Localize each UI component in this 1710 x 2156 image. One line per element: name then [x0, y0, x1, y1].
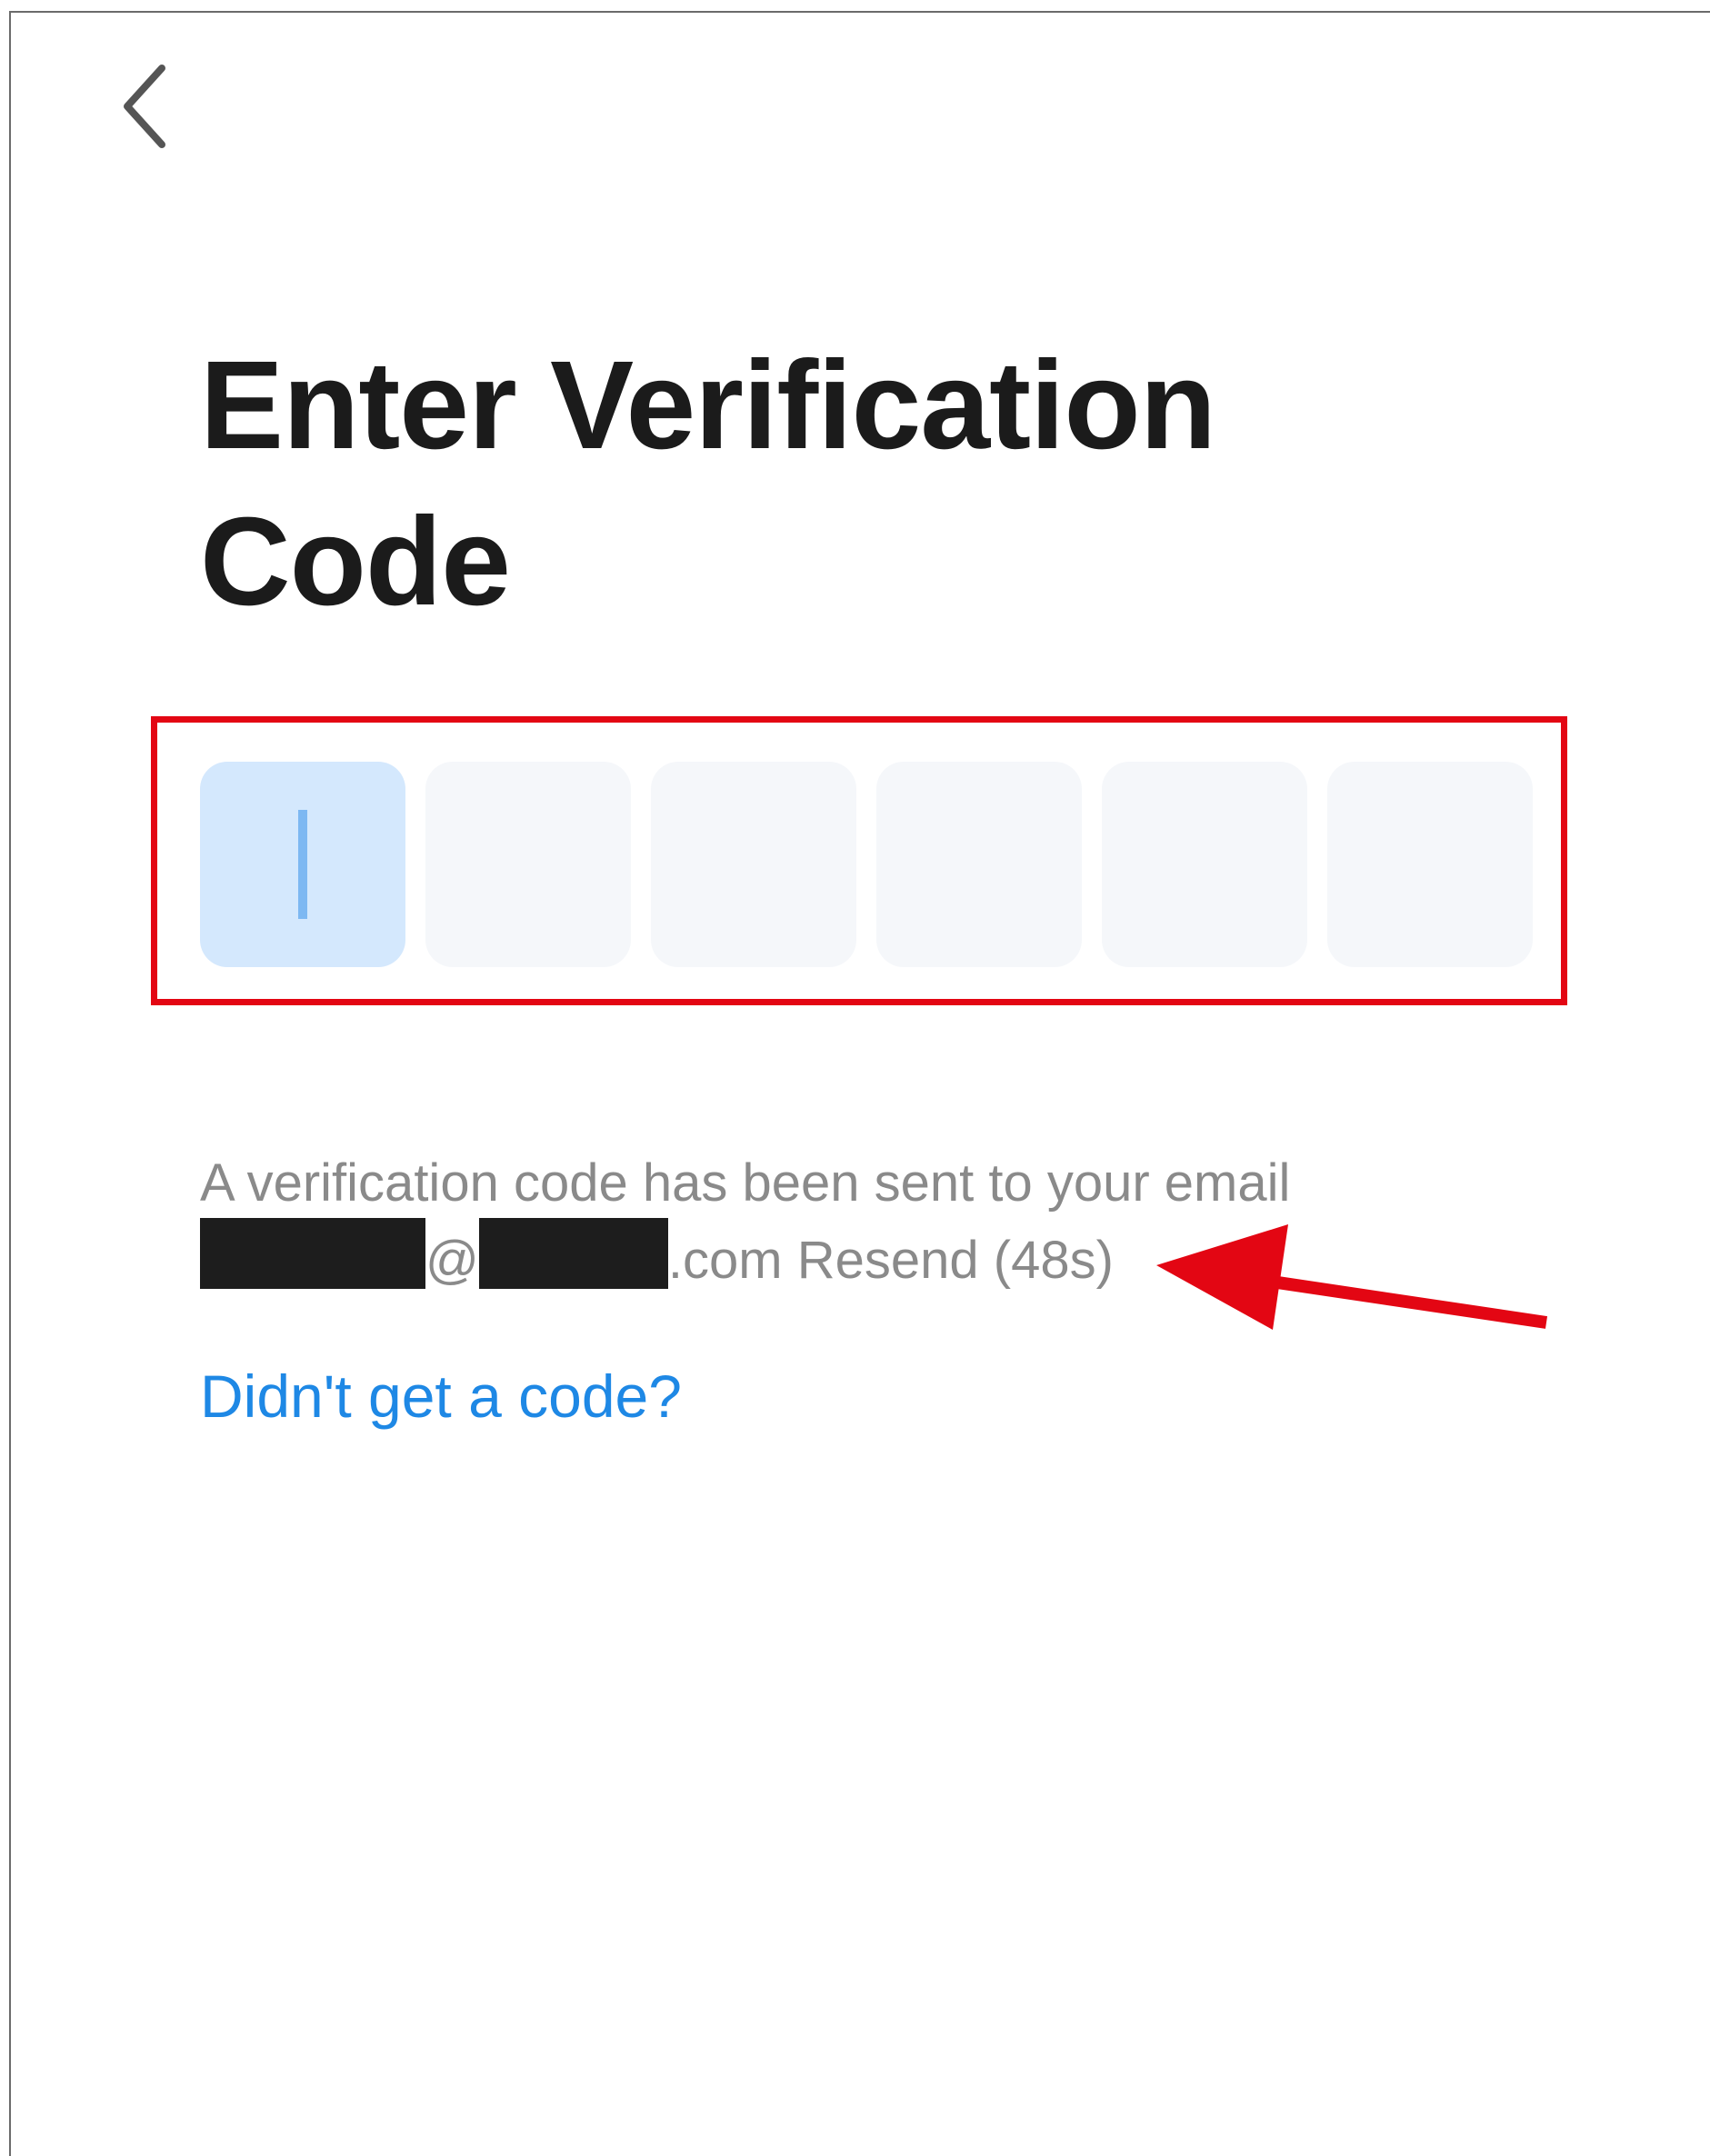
code-digit-3[interactable]	[651, 762, 856, 967]
resend-countdown: (48s)	[993, 1231, 1114, 1290]
code-digit-2[interactable]	[425, 762, 631, 967]
redacted-email-domain	[478, 1218, 668, 1289]
didnt-get-code-link[interactable]: Didn't get a code?	[200, 1358, 682, 1434]
resend-label: Resend	[796, 1231, 979, 1290]
chevron-left-icon	[124, 65, 165, 148]
message-line-1: A verification code has been sent to you…	[200, 1153, 1291, 1213]
text-caret	[298, 810, 307, 919]
code-digit-6[interactable]	[1327, 762, 1533, 967]
verification-code-input[interactable]	[200, 762, 1533, 967]
email-domain-suffix: .com	[667, 1231, 783, 1290]
email-at-sign: @	[425, 1231, 479, 1290]
redacted-email-user	[200, 1218, 425, 1289]
resend-button[interactable]: Resend (48s)	[797, 1231, 1114, 1290]
code-digit-5[interactable]	[1102, 762, 1307, 967]
back-button[interactable]	[100, 56, 191, 156]
code-digit-1[interactable]	[200, 762, 405, 967]
page-title: Enter Verification Code	[200, 335, 1216, 632]
annotation-arrow-icon	[1156, 1224, 1548, 1330]
code-digit-4[interactable]	[876, 762, 1082, 967]
